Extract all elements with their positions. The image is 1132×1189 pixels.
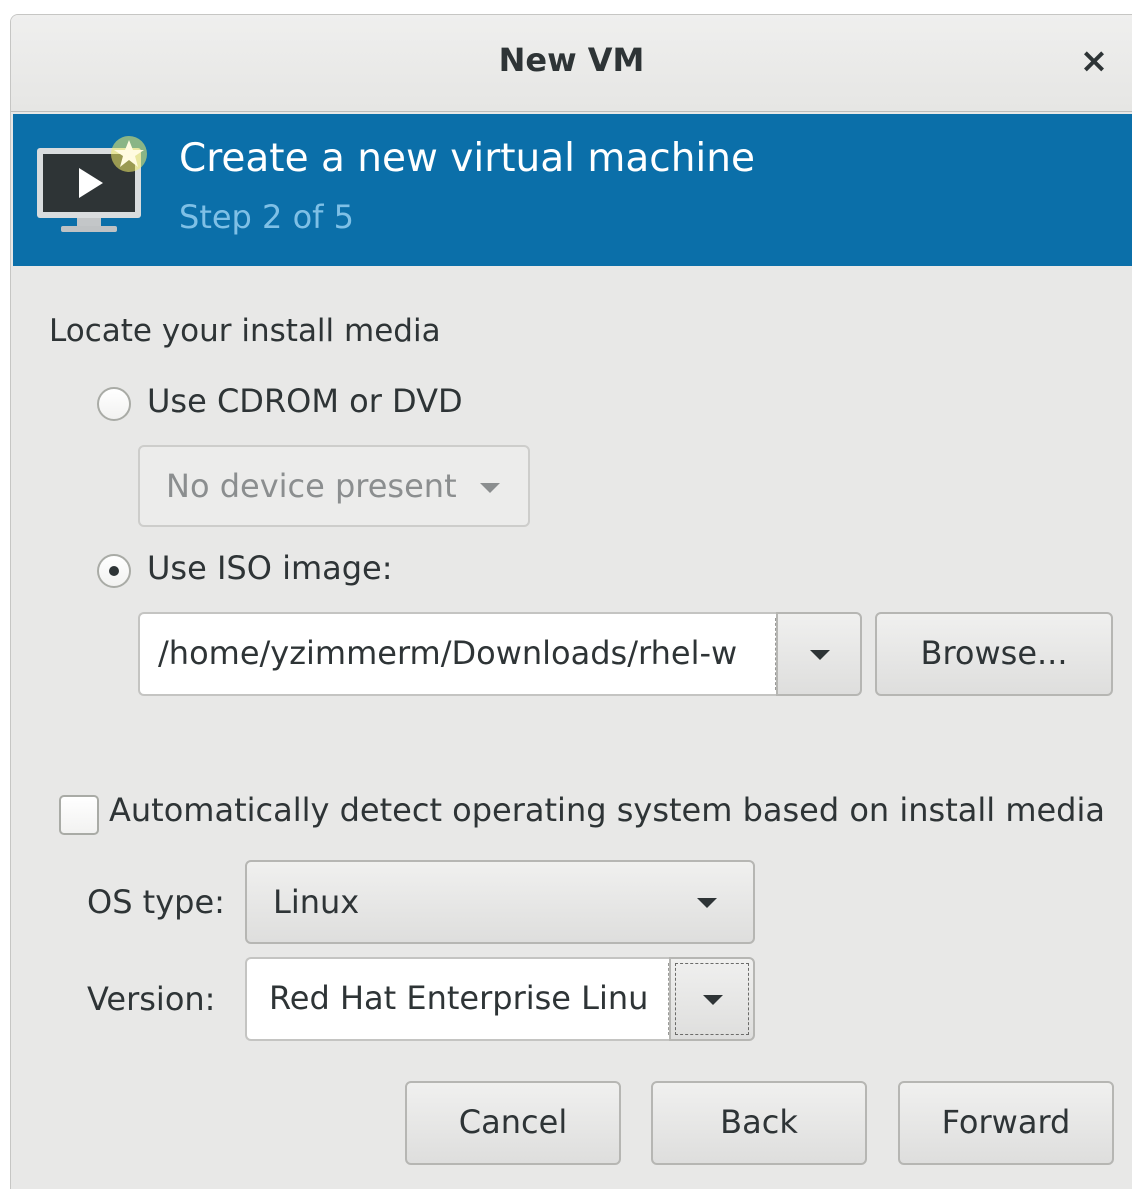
chevron-down-icon <box>703 995 723 1005</box>
browse-button[interactable]: Browse... <box>875 612 1113 696</box>
new-vm-dialog: New VM × Create a new virtual machine St… <box>10 14 1132 1189</box>
cancel-button[interactable]: Cancel <box>405 1081 621 1165</box>
radio-selected-dot <box>109 566 119 576</box>
vm-monitor-new-icon <box>37 136 147 232</box>
version-label: Version: <box>87 980 216 1018</box>
iso-path-value: /home/yzimmerm/Downloads/rhel-w <box>158 634 738 672</box>
iso-radio-label[interactable]: Use ISO image: <box>147 549 393 587</box>
banner-step: Step 2 of 5 <box>179 198 354 236</box>
chevron-down-icon <box>480 483 500 493</box>
iso-path-input[interactable]: /home/yzimmerm/Downloads/rhel-w <box>138 612 776 696</box>
chevron-down-icon <box>810 650 830 660</box>
forward-button[interactable]: Forward <box>898 1081 1114 1165</box>
version-input[interactable]: Red Hat Enterprise Linu <box>245 957 669 1041</box>
os-type-select[interactable]: Linux <box>245 860 755 944</box>
wizard-banner: Create a new virtual machine Step 2 of 5 <box>13 114 1132 266</box>
back-button[interactable]: Back <box>651 1081 867 1165</box>
cdrom-radio-label[interactable]: Use CDROM or DVD <box>147 382 463 420</box>
os-type-label: OS type: <box>87 883 225 921</box>
iso-radio[interactable] <box>97 554 131 588</box>
title-bar: New VM × <box>11 15 1132 112</box>
cdrom-device-value: No device present <box>166 467 457 505</box>
close-icon[interactable]: × <box>1074 37 1114 85</box>
chevron-down-icon <box>697 898 717 908</box>
banner-title: Create a new virtual machine <box>179 136 755 181</box>
auto-detect-checkbox[interactable] <box>59 795 99 835</box>
cdrom-device-select: No device present <box>138 445 530 527</box>
install-media-label: Locate your install media <box>49 313 441 349</box>
version-dropdown[interactable] <box>669 957 755 1041</box>
version-value: Red Hat Enterprise Linu <box>269 979 649 1017</box>
iso-history-dropdown[interactable] <box>776 612 862 696</box>
window-title: New VM <box>498 41 645 79</box>
cdrom-radio[interactable] <box>97 387 131 421</box>
os-type-value: Linux <box>273 883 360 921</box>
auto-detect-label[interactable]: Automatically detect operating system ba… <box>109 791 1105 829</box>
